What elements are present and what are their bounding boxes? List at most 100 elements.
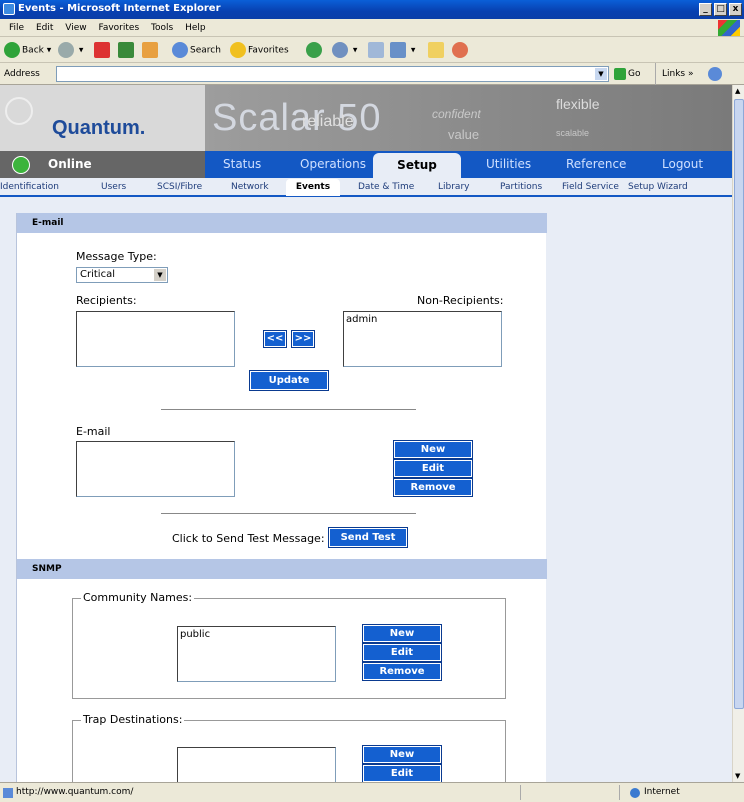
- history-button[interactable]: ▾: [332, 42, 357, 58]
- page-content: Quantum. Scalar 50 reliable confident va…: [0, 85, 732, 782]
- search-button[interactable]: Search: [172, 42, 221, 58]
- email-new-button[interactable]: New: [393, 440, 473, 459]
- print-button[interactable]: [368, 42, 386, 58]
- trap-destinations-group: Trap Destinations: New Edit: [72, 713, 506, 782]
- snmp-section-header: SNMP: [17, 559, 547, 579]
- home-button[interactable]: [142, 42, 160, 58]
- update-button[interactable]: Update: [249, 370, 329, 391]
- message-type-label: Message Type:: [76, 250, 157, 263]
- tab-reference[interactable]: Reference: [566, 151, 626, 178]
- scroll-down-icon[interactable]: ▼: [735, 772, 740, 780]
- history-icon: [332, 42, 348, 58]
- subtab-network[interactable]: Network: [231, 178, 269, 196]
- logo-area: Quantum.: [0, 85, 205, 151]
- message-type-select[interactable]: Critical ▼: [76, 267, 168, 283]
- status-panes: [520, 785, 620, 800]
- menu-bar: File Edit View Favorites Tools Help: [0, 19, 744, 37]
- menu-favorites[interactable]: Favorites: [98, 23, 139, 33]
- scroll-up-icon[interactable]: ▲: [735, 87, 740, 95]
- forward-button[interactable]: ▾: [58, 42, 83, 58]
- status-bar: http://www.quantum.com/ Internet: [0, 782, 744, 802]
- address-dropdown-icon[interactable]: ▼: [595, 68, 607, 80]
- menu-help[interactable]: Help: [185, 23, 206, 33]
- community-names-label: Community Names:: [81, 591, 195, 604]
- list-item[interactable]: public: [180, 629, 333, 640]
- list-item[interactable]: admin: [346, 314, 499, 325]
- vertical-scrollbar[interactable]: ▲ ▼: [732, 85, 744, 782]
- community-remove-button[interactable]: Remove: [362, 662, 442, 681]
- recipients-label: Recipients:: [76, 294, 137, 307]
- non-recipients-list[interactable]: admin: [343, 311, 502, 367]
- events-panel: E-mail Message Type: Critical ▼ Recipient…: [16, 213, 547, 782]
- minimize-button[interactable]: _: [699, 3, 712, 16]
- trap-new-button[interactable]: New: [362, 745, 442, 764]
- back-arrow-icon: [4, 42, 20, 58]
- media-button[interactable]: [306, 42, 324, 58]
- subtab-users[interactable]: Users: [101, 178, 126, 196]
- favorites-button[interactable]: Favorites: [230, 42, 289, 58]
- ie-icon: [3, 3, 15, 15]
- email-list-label: E-mail: [76, 425, 111, 438]
- menu-tools[interactable]: Tools: [151, 23, 173, 33]
- folder-button[interactable]: [428, 42, 446, 58]
- status-url: http://www.quantum.com/: [16, 787, 134, 797]
- page-icon: [3, 788, 13, 798]
- tagline-scalable: scalable: [556, 128, 590, 138]
- menu-view[interactable]: View: [65, 23, 86, 33]
- recipients-list[interactable]: [76, 311, 235, 367]
- star-icon: [230, 42, 246, 58]
- scrollbar-thumb[interactable]: [734, 99, 744, 709]
- tagline-value: value: [448, 127, 480, 142]
- send-test-button[interactable]: Send Test: [328, 527, 408, 548]
- subtab-field-service[interactable]: Field Service: [562, 178, 619, 196]
- maximize-button[interactable]: □: [714, 3, 727, 16]
- community-edit-button[interactable]: Edit: [362, 643, 442, 662]
- move-left-button[interactable]: <<: [263, 330, 287, 348]
- trap-destinations-label: Trap Destinations:: [81, 713, 185, 726]
- go-button[interactable]: Go: [614, 63, 640, 85]
- tab-logout[interactable]: Logout: [662, 151, 703, 178]
- subtab-scsi-fibre[interactable]: SCSI/Fibre: [157, 178, 202, 196]
- trap-edit-button[interactable]: Edit: [362, 764, 442, 782]
- send-test-label: Click to Send Test Message:: [172, 532, 325, 545]
- move-right-button[interactable]: >>: [291, 330, 315, 348]
- links-button[interactable]: Links »: [655, 63, 694, 85]
- email-section-header: E-mail: [17, 213, 547, 233]
- email-edit-button[interactable]: Edit: [393, 459, 473, 478]
- subtab-setup-wizard[interactable]: Setup Wizard: [628, 178, 688, 196]
- tab-status[interactable]: Status: [223, 151, 261, 178]
- subtab-identification[interactable]: Identification: [0, 178, 59, 196]
- toolbar: Back ▾ ▾ Search Favorites ▾ ▾: [0, 37, 744, 63]
- internet-zone-icon: [630, 788, 640, 798]
- address-input[interactable]: ▼: [56, 66, 609, 82]
- back-button[interactable]: Back ▾: [4, 42, 51, 58]
- tagline-reliable: reliable: [302, 113, 354, 130]
- subtab-date-time[interactable]: Date & Time: [358, 178, 414, 196]
- tab-setup[interactable]: Setup: [373, 153, 461, 178]
- tab-operations[interactable]: Operations: [300, 151, 366, 178]
- status-online: Online: [0, 151, 205, 178]
- refresh-button[interactable]: [118, 42, 136, 58]
- norton-icon[interactable]: [708, 67, 722, 81]
- community-names-list[interactable]: public: [177, 626, 336, 682]
- edit-button[interactable]: ▾: [390, 42, 415, 58]
- chevron-down-icon: ▼: [154, 269, 166, 281]
- non-recipients-label: Non-Recipients:: [417, 294, 504, 307]
- subtab-events[interactable]: Events: [286, 179, 340, 196]
- menu-edit[interactable]: Edit: [36, 23, 53, 33]
- divider: [161, 513, 416, 514]
- online-status-icon: [12, 156, 30, 174]
- subtab-library[interactable]: Library: [438, 178, 469, 196]
- quantum-q-icon: [5, 97, 33, 125]
- stop-button[interactable]: [94, 42, 112, 58]
- subtab-partitions[interactable]: Partitions: [500, 178, 542, 196]
- email-list[interactable]: [76, 441, 235, 497]
- messenger-button[interactable]: [452, 42, 470, 58]
- trap-destinations-list[interactable]: [177, 747, 336, 782]
- community-new-button[interactable]: New: [362, 624, 442, 643]
- menu-file[interactable]: File: [9, 23, 24, 33]
- security-zone: Internet: [644, 787, 680, 797]
- tab-utilities[interactable]: Utilities: [486, 151, 531, 178]
- close-button[interactable]: x: [729, 3, 742, 16]
- email-remove-button[interactable]: Remove: [393, 478, 473, 497]
